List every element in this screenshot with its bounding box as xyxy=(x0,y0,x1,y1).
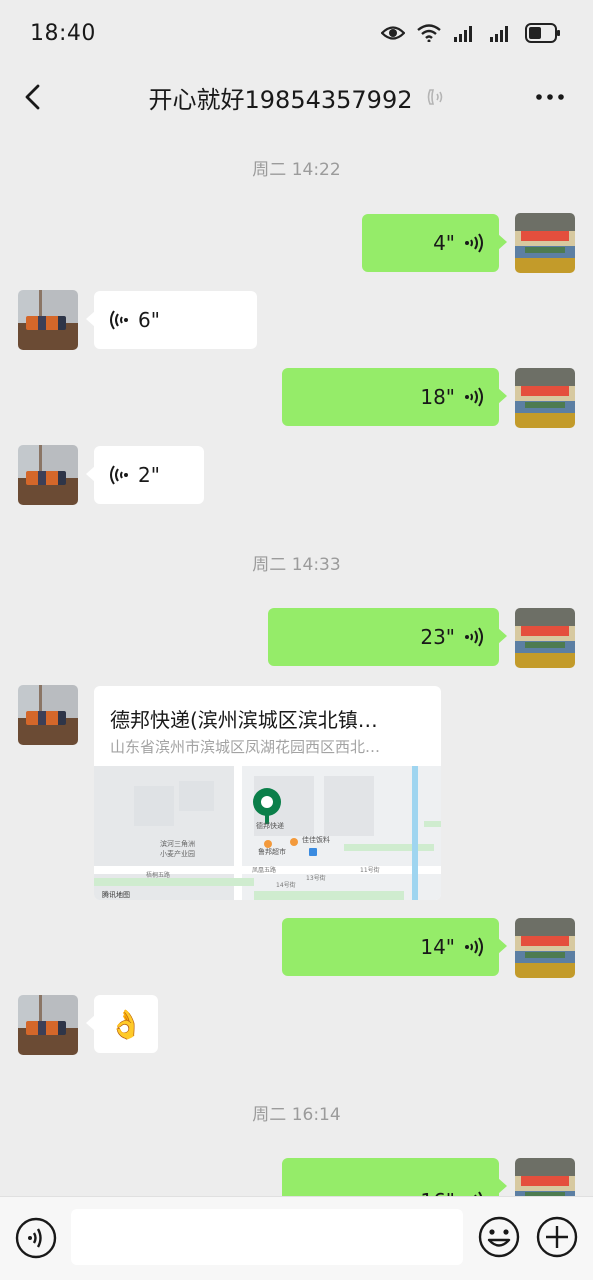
voice-duration: 2" xyxy=(138,463,160,487)
location-address: 山东省滨州市滨城区凤湖花园西区西北… xyxy=(110,738,381,756)
voice-wave-icon xyxy=(110,465,128,485)
voice-wave-icon xyxy=(465,937,483,957)
voice-duration: 6" xyxy=(138,308,160,332)
back-arrow-icon xyxy=(25,84,40,110)
avatar-contact[interactable] xyxy=(18,995,78,1055)
location-map: 德邦快递 鲁邦超市 滨河三角洲 小麦产业园 佳佳饭料 凤凰五路 梧桐五路 14号… xyxy=(94,766,441,900)
voice-wave-icon xyxy=(110,310,128,330)
status-time: 18:40 xyxy=(30,20,96,46)
emoji-message-bubble[interactable]: 👌 xyxy=(86,995,158,1053)
battery-icon xyxy=(525,23,560,43)
more-dots-icon xyxy=(536,94,564,100)
map-label-road: 11号街 xyxy=(360,866,380,874)
map-label-road: 梧桐五路 xyxy=(146,871,170,879)
map-label-poi: 小麦产业园 xyxy=(160,849,195,858)
avatar-me[interactable] xyxy=(515,368,575,428)
avatar-me[interactable] xyxy=(515,213,575,273)
eye-icon xyxy=(381,26,405,40)
status-bar: 18:40 xyxy=(0,0,593,66)
wifi-icon xyxy=(417,24,441,42)
avatar-me[interactable] xyxy=(515,918,575,978)
voice-mode-button[interactable] xyxy=(15,1217,57,1259)
more-functions-button[interactable] xyxy=(535,1215,579,1259)
avatar-contact[interactable] xyxy=(18,685,78,745)
more-button[interactable] xyxy=(533,80,567,114)
avatar-contact[interactable] xyxy=(18,445,78,505)
emoji-icon xyxy=(478,1216,520,1258)
map-attribution: 腾讯地图 xyxy=(102,890,130,899)
map-label-road: 14号街 xyxy=(276,881,296,889)
map-label-poi: 鲁邦超市 xyxy=(258,847,286,856)
location-title: 德邦快递(滨州滨城区滨北镇… xyxy=(110,708,378,732)
ok-hand-emoji: 👌 xyxy=(108,1007,144,1041)
map-label-road: 凤凰五路 xyxy=(252,866,276,874)
chat-title: 开心就好19854357992 xyxy=(148,85,413,114)
input-bar xyxy=(0,1196,593,1280)
message-input[interactable] xyxy=(71,1209,463,1265)
timestamp: 周二 14:22 xyxy=(252,160,341,180)
map-label-poi: 滨河三角洲 xyxy=(160,839,195,848)
voice-message-bubble[interactable]: 6" xyxy=(86,291,257,349)
location-card[interactable]: 德邦快递(滨州滨城区滨北镇… 山东省滨州市滨城区凤湖花园西区西北… 德邦快递 鲁… xyxy=(94,686,441,900)
voice-wave-icon xyxy=(465,387,483,407)
avatar-contact[interactable] xyxy=(18,290,78,350)
status-icons xyxy=(381,23,561,43)
voice-duration: 18" xyxy=(420,385,455,409)
signal-icon xyxy=(454,26,472,42)
title-bar: 开心就好19854357992 xyxy=(0,66,593,128)
voice-message-bubble[interactable]: 4" xyxy=(362,214,507,272)
voice-duration: 4" xyxy=(433,231,455,255)
avatar-me[interactable] xyxy=(515,608,575,668)
timestamp: 周二 16:14 xyxy=(252,1105,341,1125)
voice-message-bubble[interactable]: 2" xyxy=(86,446,204,504)
timestamp: 周二 14:33 xyxy=(252,555,341,575)
voice-wave-icon xyxy=(465,627,483,647)
earpiece-icon xyxy=(428,89,443,105)
voice-message-bubble[interactable]: 14" xyxy=(282,918,507,976)
voice-wave-icon xyxy=(465,233,483,253)
voice-duration: 23" xyxy=(420,625,455,649)
voice-mode-icon xyxy=(15,1217,57,1259)
back-button[interactable] xyxy=(18,80,52,114)
map-label-pin: 德邦快递 xyxy=(256,821,284,830)
emoji-button[interactable] xyxy=(477,1215,521,1259)
plus-icon xyxy=(536,1216,578,1258)
voice-message-bubble[interactable]: 23" xyxy=(268,608,507,666)
voice-duration: 14" xyxy=(420,935,455,959)
signal-icon xyxy=(490,26,508,42)
map-label-poi: 佳佳饭料 xyxy=(302,835,330,844)
map-label-road: 13号街 xyxy=(306,874,326,882)
voice-message-bubble[interactable]: 18" xyxy=(282,368,507,426)
